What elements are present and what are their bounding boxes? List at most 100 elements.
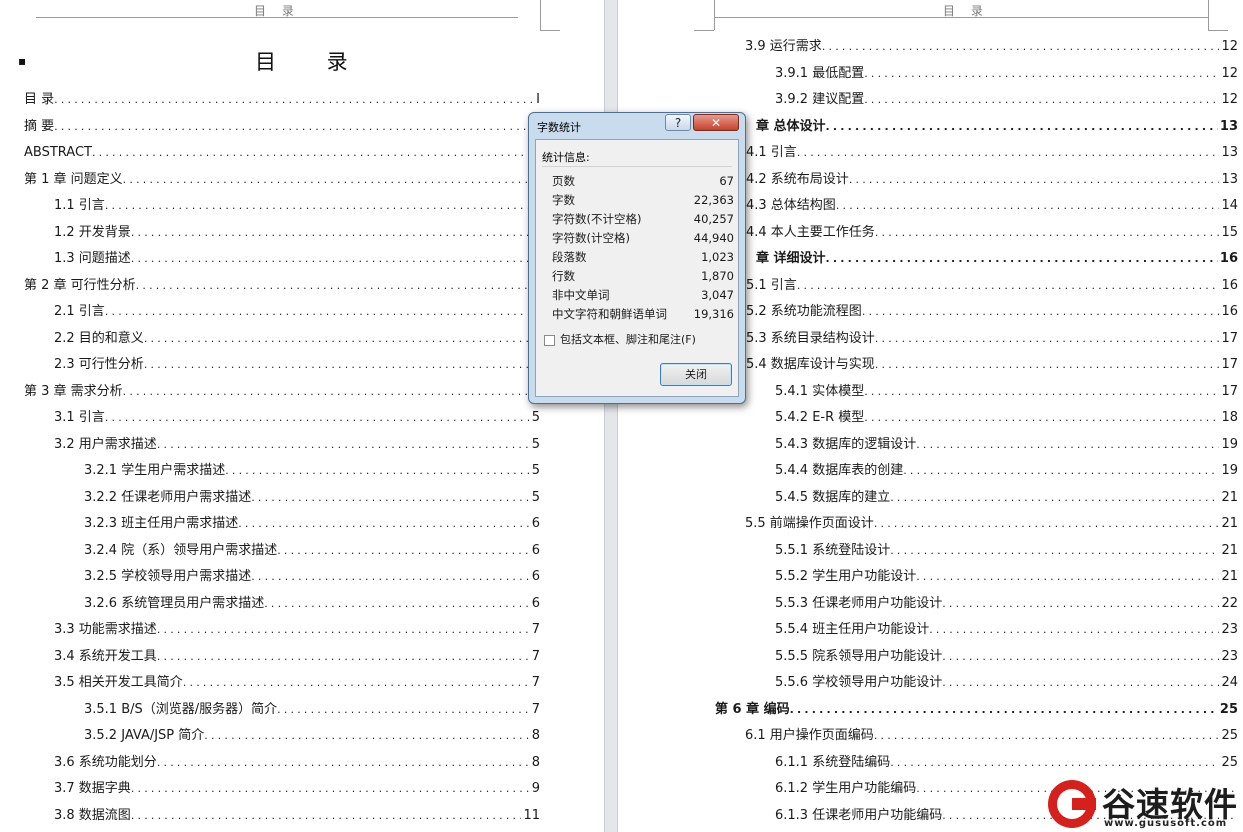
toc-page-number: 13 <box>1221 145 1238 160</box>
toc-entry-label: 1.2 开发背景 <box>54 224 131 240</box>
toc-entry[interactable]: 4.1 引言 13 <box>746 143 1238 163</box>
toc-entry-label: 2.1 引言 <box>54 304 105 319</box>
toc-entry[interactable]: 2.3 可行性分析 <box>54 355 540 375</box>
toc-entry-label: 5.5.1 系统登陆设计 <box>775 542 891 558</box>
toc-entry[interactable]: 3.2.6 系统管理员用户需求描述 6 <box>84 594 540 614</box>
toc-entry[interactable]: 3.2.1 学生用户需求描述 5 <box>84 461 540 481</box>
toc-entry[interactable]: 3.2 用户需求描述 5 <box>54 435 540 455</box>
toc-leader-dots <box>849 170 1220 190</box>
toc-entry[interactable]: 摘 要 <box>24 117 540 137</box>
toc-entry[interactable]: 3.5.2 JAVA/JSP 简介 8 <box>84 726 540 746</box>
toc-entry[interactable]: 5.5.3 任课老师用户功能设计 22 <box>775 594 1238 614</box>
toc-entry[interactable]: 第 6 章 编码 25 <box>715 700 1238 720</box>
toc-entry[interactable]: 4.2 系统布局设计 13 <box>746 170 1238 190</box>
toc-entry[interactable]: 第 2 章 可行性分析 <box>24 276 540 296</box>
toc-entry[interactable]: 1.2 开发背景 <box>54 223 540 243</box>
toc-entry[interactable]: 5.4.5 数据库的建立 21 <box>775 488 1238 508</box>
toc-entry[interactable]: 3.2.4 院（系）领导用户需求描述 6 <box>84 541 540 561</box>
toc-entry[interactable]: 5.4.4 数据库表的创建 19 <box>775 461 1238 481</box>
toc-page-number: 12 <box>1221 39 1238 54</box>
toc-leader-dots <box>874 514 1220 534</box>
toc-entry[interactable]: 3.2.5 学校领导用户需求描述 6 <box>84 567 540 587</box>
toc-page-number: I <box>536 92 540 107</box>
toc-leader-dots <box>54 117 538 137</box>
toc-leader-dots <box>157 435 530 455</box>
toc-entry-label: 5.4.5 数据库的建立 <box>775 489 891 505</box>
toc-leader-dots <box>136 276 538 296</box>
toc-entry[interactable]: 6.1 用户操作页面编码 25 <box>745 726 1238 746</box>
toc-leader-dots <box>916 567 1219 587</box>
toc-page-number: 16 <box>1221 304 1238 319</box>
help-button[interactable]: ? <box>665 114 691 131</box>
toc-entry[interactable]: 章 详细设计 16 <box>756 249 1238 269</box>
toc-leader-dots <box>790 700 1218 720</box>
stat-label: 页数 <box>552 174 575 188</box>
toc-entry[interactable]: 5.5.2 学生用户功能设计 21 <box>775 567 1238 587</box>
toc-entry[interactable]: 3.8 数据流图 11 <box>54 806 540 826</box>
toc-entry[interactable]: 3.5 相关开发工具简介 7 <box>54 673 540 693</box>
toc-entry[interactable]: 5.2 系统功能流程图 16 <box>746 302 1238 322</box>
toc-page-number: 18 <box>1221 410 1238 425</box>
toc-leader-dots <box>144 329 538 349</box>
stat-value: 3,047 <box>701 288 734 302</box>
close-button[interactable]: 关闭 <box>660 363 732 386</box>
toc-leader-dots <box>916 435 1219 455</box>
toc-page-number: 24 <box>1221 675 1238 690</box>
toc-entry[interactable]: 5.4.2 E-R 模型 18 <box>775 408 1238 428</box>
toc-entry[interactable]: 2.2 目的和意义 <box>54 329 540 349</box>
toc-entry[interactable]: 5.5.1 系统登陆设计 21 <box>775 541 1238 561</box>
toc-page-number: 21 <box>1221 569 1238 584</box>
toc-entry[interactable]: 3.2.2 任课老师用户需求描述 5 <box>84 488 540 508</box>
toc-leader-dots <box>942 647 1219 667</box>
toc-entry[interactable]: 4.3 总体结构图 14 <box>746 196 1238 216</box>
watermark-logo: 谷速软件 www.gususoft.com <box>1046 780 1243 832</box>
toc-entry[interactable]: 2.1 引言 <box>54 302 540 322</box>
toc-entry[interactable]: 1.1 引言 <box>54 196 540 216</box>
toc-entry[interactable]: 5.3 系统目录结构设计 17 <box>746 329 1238 349</box>
word-count-dialog: 字数统计 ? ✕ 统计信息: 页数 67 字数 22,363 字符数(不计空格) 40,2… <box>528 112 746 404</box>
toc-entry[interactable]: 5.5.4 班主任用户功能设计 23 <box>775 620 1238 640</box>
toc-entry[interactable]: 3.5.1 B/S（浏览器/服务器）简介 7 <box>84 700 540 720</box>
toc-entry[interactable]: 4.4 本人主要工作任务 15 <box>746 223 1238 243</box>
toc-entry[interactable]: 5.5.5 院系领导用户功能设计 23 <box>775 647 1238 667</box>
margin-corner-mark <box>1208 0 1209 30</box>
toc-entry[interactable]: 5.4.1 实体模型 17 <box>775 382 1238 402</box>
toc-entry[interactable]: 第 1 章 问题定义 <box>24 170 540 190</box>
toc-entry[interactable]: ABSTRACT <box>24 143 540 163</box>
toc-page-number: 5 <box>531 489 540 505</box>
toc-entry[interactable]: 3.3 功能需求描述 7 <box>54 620 540 640</box>
toc-entry[interactable]: 3.1 引言 5 <box>54 408 540 428</box>
toc-entry[interactable]: 3.9.1 最低配置 12 <box>775 64 1238 84</box>
stat-row: 页数 67 <box>552 172 734 191</box>
toc-leader-dots <box>875 355 1220 375</box>
toc-page-number: 7 <box>531 622 540 637</box>
toc-leader-dots <box>157 753 530 773</box>
toc-entry[interactable]: 5.4 数据库设计与实现 17 <box>746 355 1238 375</box>
stat-value: 1,870 <box>701 269 734 283</box>
toc-entry[interactable]: 3.4 系统开发工具 7 <box>54 647 540 667</box>
toc-entry-label: 5.3 系统目录结构设计 <box>746 330 875 346</box>
toc-entry[interactable]: 章 总体设计 13 <box>756 117 1238 137</box>
include-textboxes-checkbox[interactable]: 包括文本框、脚注和尾注(F) <box>544 332 696 348</box>
toc-page-number: 16 <box>1219 251 1238 266</box>
close-icon[interactable]: ✕ <box>693 114 739 131</box>
dialog-title: 字数统计 <box>537 121 581 134</box>
toc-entry[interactable]: 目 录I <box>24 90 540 110</box>
toc-entry[interactable]: 5.4.3 数据库的逻辑设计 19 <box>775 435 1238 455</box>
toc-entry[interactable]: 第 3 章 需求分析 <box>24 382 540 402</box>
toc-entry[interactable]: 3.2.3 班主任用户需求描述 6 <box>84 514 540 534</box>
toc-entry[interactable]: 3.9 运行需求 12 <box>745 37 1238 57</box>
toc-entry[interactable]: 5.5 前端操作页面设计 21 <box>745 514 1238 534</box>
toc-entry[interactable]: 6.1.1 系统登陆编码 25 <box>775 753 1238 773</box>
toc-entry[interactable]: 3.7 数据字典 9 <box>54 779 540 799</box>
toc-entry[interactable]: 3.6 系统功能划分 8 <box>54 753 540 773</box>
toc-page-number: 5 <box>531 410 540 425</box>
toc-entry[interactable]: 1.3 问题描述 <box>54 249 540 269</box>
toc-leader-dots <box>131 779 530 799</box>
toc-entry[interactable]: 3.9.2 建议配置 12 <box>775 90 1238 110</box>
toc-entry[interactable]: 5.1 引言 16 <box>746 276 1238 296</box>
toc-entry[interactable]: 5.5.6 学校领导用户功能设计 24 <box>775 673 1238 693</box>
checkbox-box[interactable] <box>544 334 555 346</box>
toc-entry-label: 3.3 功能需求描述 <box>54 622 157 637</box>
toc-entry-label: 3.9.2 建议配置 <box>775 92 865 107</box>
